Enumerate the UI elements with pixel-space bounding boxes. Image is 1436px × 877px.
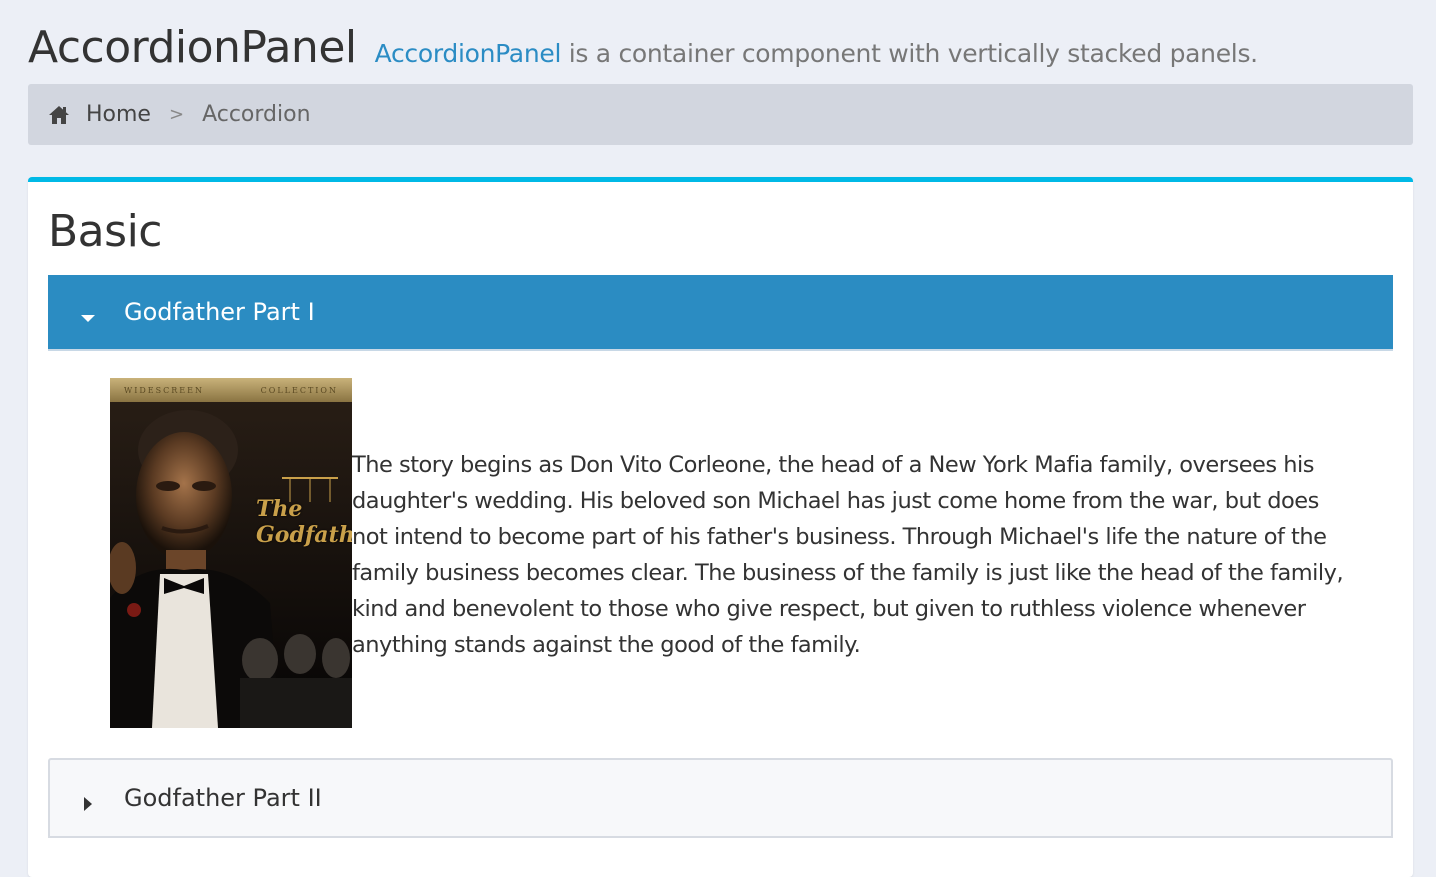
caret-right-icon (80, 790, 96, 811)
home-icon[interactable] (48, 104, 70, 126)
page-title: AccordionPanel (28, 22, 357, 73)
component-link[interactable]: AccordionPanel (375, 39, 562, 68)
accordion-tab-label: Godfather Part I (124, 298, 315, 326)
poster-brand-strip: WIDESCREEN COLLECTION (110, 378, 352, 402)
section-title: Basic (48, 206, 163, 257)
accordion-tab-label: Godfather Part II (124, 784, 322, 812)
page-subtitle: AccordionPanel is a container component … (375, 39, 1259, 68)
poster-title: The Godfather (256, 496, 352, 548)
breadcrumb-current: Accordion (202, 102, 311, 127)
accordion-panel-content: WIDESCREEN COLLECTION The Godfather The … (48, 353, 1393, 753)
accordion-tab-godfather-part-1[interactable]: Godfather Part I (48, 275, 1393, 351)
breadcrumb-home-link[interactable]: Home (86, 102, 151, 127)
godfather-poster-image: WIDESCREEN COLLECTION The Godfather (110, 378, 352, 728)
page-subtitle-text: is a container component with vertically… (561, 39, 1258, 68)
demo-card: Basic Godfather Part I WIDESCREEN COLLEC… (28, 177, 1413, 877)
caret-down-icon (80, 304, 96, 322)
accordion-tab-godfather-part-2[interactable]: Godfather Part II (48, 758, 1393, 838)
panel-synopsis: The story begins as Don Vito Corleone, t… (352, 452, 1344, 658)
breadcrumb-separator: > (168, 104, 185, 125)
breadcrumb: Home > Accordion (28, 84, 1413, 145)
page-header: AccordionPanel AccordionPanel is a conta… (28, 22, 1258, 73)
